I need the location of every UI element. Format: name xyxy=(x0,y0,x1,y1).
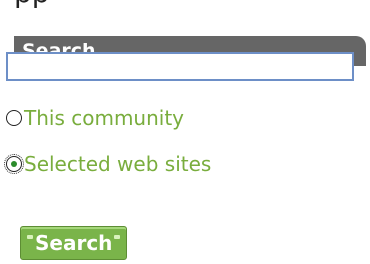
option-this-community-label: This community xyxy=(24,106,185,130)
search-button-label: Search xyxy=(35,231,113,255)
option-selected-web-sites-label: Selected web sites xyxy=(24,152,212,176)
button-left-accent xyxy=(27,235,33,239)
radio-selected-web-sites[interactable] xyxy=(4,154,24,174)
option-selected-web-sites[interactable]: Selected web sites xyxy=(4,152,212,176)
page: pp Search This community Selected web si… xyxy=(0,0,370,264)
button-right-accent xyxy=(114,235,121,239)
option-this-community[interactable]: This community xyxy=(6,106,184,130)
radio-this-community[interactable] xyxy=(6,110,22,126)
clipped-heading: pp xyxy=(14,0,50,9)
search-input[interactable] xyxy=(6,52,354,81)
search-button[interactable]: Search xyxy=(20,226,128,260)
